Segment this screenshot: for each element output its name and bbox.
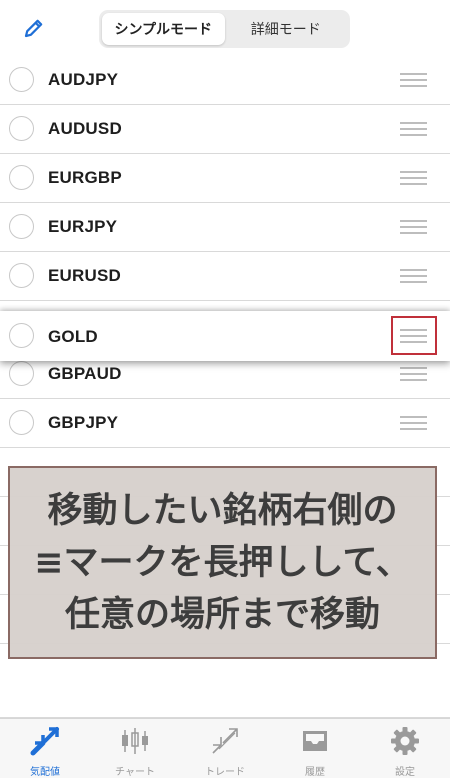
tab-trade[interactable]: トレード bbox=[180, 719, 270, 778]
segment-simple-mode[interactable]: シンプルモード bbox=[102, 13, 225, 45]
list-item-dragging[interactable]: GOLD bbox=[0, 311, 450, 361]
select-radio[interactable] bbox=[9, 323, 34, 348]
tab-chart[interactable]: チャート bbox=[90, 719, 180, 778]
drag-handle-highlight bbox=[391, 316, 437, 355]
symbol-label: GBPAUD bbox=[48, 364, 122, 383]
list-item[interactable]: EURJPY bbox=[0, 203, 450, 252]
drag-handle-icon[interactable] bbox=[400, 269, 427, 283]
tab-history[interactable]: 履歴 bbox=[270, 719, 360, 778]
list-item[interactable]: EURGBP bbox=[0, 154, 450, 203]
tab-label: 設定 bbox=[395, 767, 415, 778]
history-tray-icon bbox=[303, 731, 327, 751]
annotation-line: ≡マークを長押しして、 bbox=[34, 542, 411, 583]
annotation-line: 移動したい銘柄右側の bbox=[47, 490, 398, 531]
tab-label: 履歴 bbox=[305, 767, 325, 778]
tab-label: 気配値 bbox=[30, 767, 60, 778]
segment-detail-mode[interactable]: 詳細モード bbox=[225, 13, 348, 45]
drag-handle-icon[interactable] bbox=[400, 122, 427, 136]
drag-handle-icon[interactable] bbox=[400, 367, 427, 381]
instruction-annotation: 移動したい銘柄右側の ≡マークを長押しして、 任意の場所まで移動 bbox=[8, 466, 437, 659]
drag-handle-icon[interactable] bbox=[400, 220, 427, 234]
mode-segmented-control: シンプルモード 詳細モード bbox=[99, 10, 350, 48]
select-radio[interactable] bbox=[9, 165, 34, 190]
list-item[interactable]: AUDUSD bbox=[0, 105, 450, 154]
header: シンプルモード 詳細モード bbox=[0, 0, 450, 56]
tab-settings[interactable]: 設定 bbox=[360, 719, 450, 778]
select-radio[interactable] bbox=[9, 263, 34, 288]
select-radio[interactable] bbox=[9, 67, 34, 92]
select-radio[interactable] bbox=[9, 116, 34, 141]
gear-icon bbox=[391, 727, 419, 755]
select-radio[interactable] bbox=[9, 214, 34, 239]
symbol-label: AUDUSD bbox=[48, 119, 122, 138]
symbol-label: EURJPY bbox=[48, 217, 118, 236]
symbol-label: GOLD bbox=[48, 327, 98, 346]
tab-quotes[interactable]: 気配値 bbox=[0, 719, 90, 778]
symbol-label: EURGBP bbox=[48, 168, 122, 187]
drag-handle-icon[interactable] bbox=[400, 73, 427, 87]
tab-label: トレード bbox=[205, 767, 245, 778]
drag-handle-icon[interactable] bbox=[400, 416, 427, 430]
list-item[interactable]: EURUSD bbox=[0, 252, 450, 301]
quotes-arrows-icon bbox=[30, 727, 59, 756]
symbol-label: AUDJPY bbox=[48, 70, 119, 89]
candlestick-icon bbox=[122, 728, 148, 754]
trade-icon bbox=[212, 728, 238, 754]
list-item[interactable] bbox=[0, 669, 450, 718]
bottom-tab-bar: 気配値 チャート トレード 履歴 設定 bbox=[0, 718, 450, 778]
select-radio[interactable] bbox=[9, 410, 34, 435]
drag-handle-icon[interactable] bbox=[400, 171, 427, 185]
list-item[interactable]: GBPJPY bbox=[0, 399, 450, 448]
list-item[interactable]: AUDJPY bbox=[0, 56, 450, 105]
select-radio[interactable] bbox=[9, 361, 34, 386]
symbol-label: EURUSD bbox=[48, 266, 121, 285]
symbol-label: GBPJPY bbox=[48, 413, 119, 432]
tab-label: チャート bbox=[115, 767, 155, 778]
annotation-line: 任意の場所まで移動 bbox=[64, 594, 380, 635]
edit-pencil-icon[interactable] bbox=[22, 16, 46, 40]
